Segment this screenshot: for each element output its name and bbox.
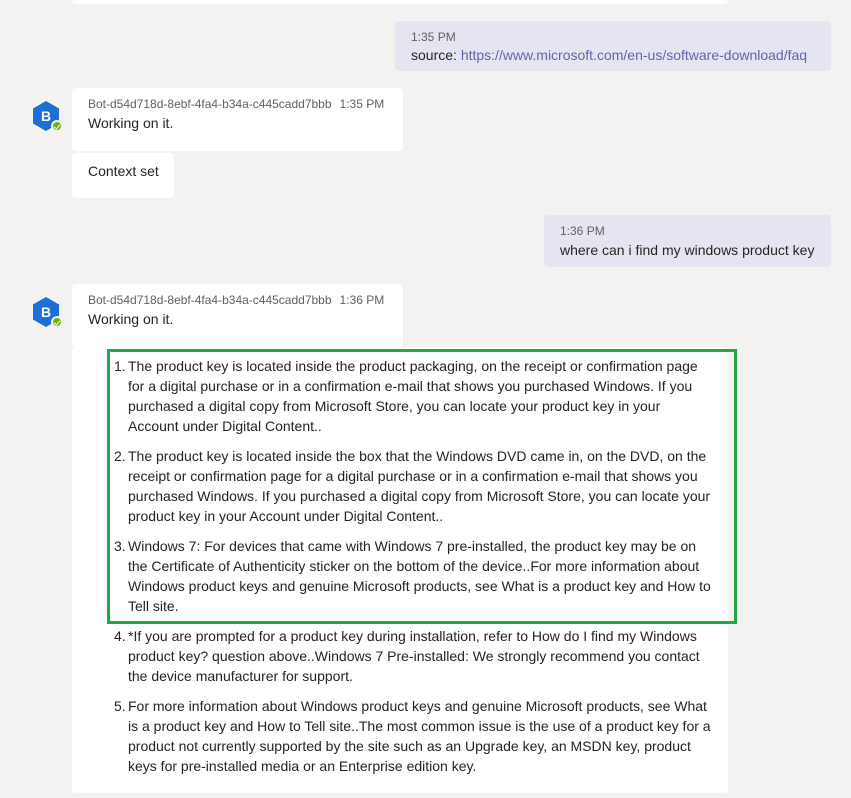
- answer-number: 2.: [114, 448, 126, 464]
- sender-name: Bot-d54d718d-8ebf-4fa4-b34a-c445cadd7bbb: [88, 293, 332, 307]
- answer-line: the Certificate of Authenticity sticker …: [128, 558, 700, 574]
- sent-message-bubble: 1:36 PM where can i find my windows prod…: [544, 215, 831, 267]
- answer-item: 3. Windows 7: For devices that came with …: [112, 536, 718, 616]
- source-link[interactable]: https://www.microsoft.com/en-us/software…: [461, 47, 807, 63]
- answer-line: Windows product keys and genuine Microso…: [128, 578, 711, 594]
- answer-number: 5.: [114, 698, 126, 714]
- answer-line: *If you are prompted for a product key d…: [128, 628, 697, 644]
- answer-line: Account under Digital Content..: [128, 418, 322, 434]
- bot-message-card: Bot-d54d718d-8ebf-4fa4-b34a-c445cadd7bbb…: [72, 88, 403, 151]
- answer-line: purchased a digital copy from Microsoft …: [128, 398, 661, 414]
- answer-line: product key? question above..Windows 7 P…: [128, 648, 700, 664]
- answer-number: 3.: [114, 538, 126, 554]
- answer-line: Tell site.: [128, 598, 179, 614]
- message-text-prefix: source:: [411, 47, 461, 63]
- answer-line: receipt or confirmation page for a digit…: [128, 468, 698, 484]
- message-text: Working on it.: [88, 311, 174, 327]
- message-text: Working on it.: [88, 115, 174, 131]
- message-timestamp: 1:35 PM: [411, 30, 456, 44]
- message-header: Bot-d54d718d-8ebf-4fa4-b34a-c445cadd7bbb…: [88, 97, 387, 111]
- message-timestamp: 1:35 PM: [339, 97, 385, 111]
- answer-line: product not currently supported by the s…: [128, 738, 691, 754]
- answer-line: for a digital purchase or in a confirmat…: [128, 378, 693, 394]
- bot-avatar[interactable]: B: [30, 296, 63, 328]
- message-text: source: https://www.microsoft.com/en-us/…: [411, 47, 815, 63]
- answer-line: product key in your Account under Digita…: [128, 508, 444, 524]
- message-text: Context set: [88, 163, 159, 179]
- answer-line: purchased Windows. If you purchased a di…: [128, 488, 711, 504]
- bot-message-card: Bot-d54d718d-8ebf-4fa4-b34a-c445cadd7bbb…: [72, 284, 403, 347]
- sender-name: Bot-d54d718d-8ebf-4fa4-b34a-c445cadd7bbb: [88, 97, 332, 111]
- answer-list: 1. The product key is located inside the …: [112, 356, 718, 786]
- bot-followup-card: Context set: [72, 153, 174, 198]
- message-header: Bot-d54d718d-8ebf-4fa4-b34a-c445cadd7bbb…: [88, 293, 387, 307]
- answer-item: 2. The product key is located inside the …: [112, 446, 718, 526]
- answer-line: Windows 7: For devices that came with Wi…: [128, 538, 697, 554]
- bot-avatar[interactable]: B: [30, 100, 63, 132]
- answer-item: 4. *If you are prompted for a product key…: [112, 626, 718, 686]
- answer-number: 4.: [114, 628, 126, 644]
- answer-line: keys for pre-installed media or an Enter…: [128, 758, 477, 774]
- online-status-icon: [51, 120, 63, 132]
- sent-message-bubble: 1:35 PM source: https://www.microsoft.co…: [395, 21, 831, 71]
- message-timestamp: 1:36 PM: [339, 293, 385, 307]
- previous-message-card: [72, 0, 728, 4]
- answer-item: 5. For more information about Windows pro…: [112, 696, 718, 776]
- answer-line: The product key is located inside the pr…: [128, 358, 698, 374]
- message-timestamp: 1:36 PM: [560, 224, 605, 238]
- answer-item: 1. The product key is located inside the …: [112, 356, 718, 436]
- online-status-icon: [51, 316, 63, 328]
- answer-line: is a product key and How to Tell site..T…: [128, 718, 711, 734]
- answer-line: the device manufacturer for support.: [128, 668, 353, 684]
- answer-line: The product key is located inside the bo…: [128, 448, 707, 464]
- answer-line: For more information about Windows produ…: [128, 698, 707, 714]
- answer-number: 1.: [114, 358, 126, 374]
- message-text: where can i find my windows product key: [560, 242, 815, 258]
